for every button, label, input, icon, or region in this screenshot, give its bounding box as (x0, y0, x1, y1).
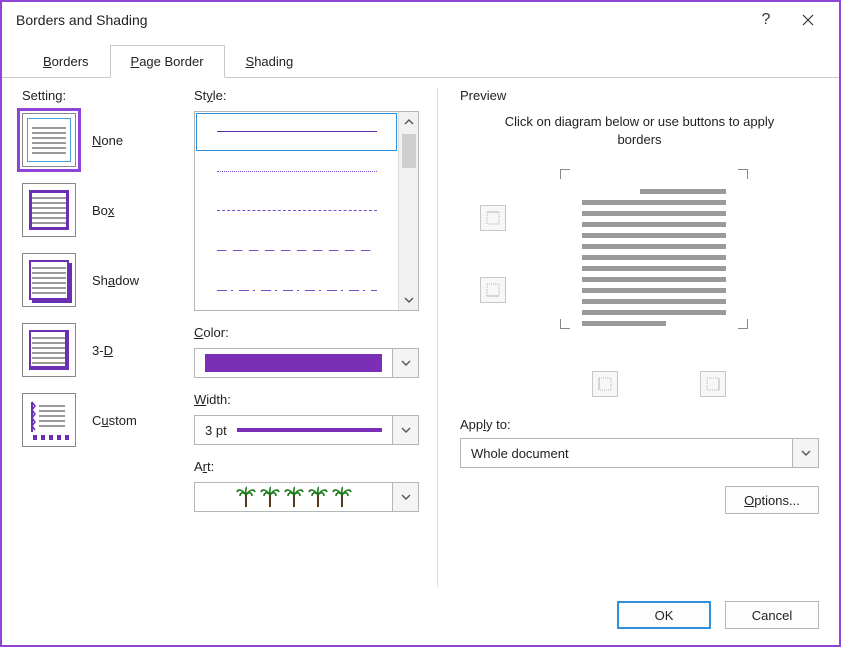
ok-button[interactable]: OK (617, 601, 711, 629)
help-icon: ? (762, 11, 771, 29)
tab-label: Page Border (131, 54, 204, 69)
border-right-button[interactable] (700, 371, 726, 397)
window-title: Borders and Shading (16, 12, 745, 28)
palm-tree-icon (236, 485, 256, 509)
preview-label: Preview (460, 88, 819, 103)
tab-strip: Borders Page Border Shading (2, 38, 839, 78)
setting-box-icon (22, 183, 76, 237)
style-label: Style: (194, 88, 419, 103)
apply-to-label: Apply to: (460, 417, 819, 432)
close-icon (802, 14, 814, 26)
style-scrollbar[interactable] (398, 112, 418, 310)
setting-list: None Box Shadow (22, 113, 182, 447)
dropdown-button[interactable] (392, 416, 418, 444)
style-list (195, 112, 398, 310)
style-option-longdash[interactable] (195, 231, 398, 271)
corner-marker (738, 319, 748, 329)
border-left-icon (597, 376, 613, 392)
dialog-footer: OK Cancel (2, 587, 839, 645)
titlebar: Borders and Shading ? (2, 2, 839, 38)
width-dropdown[interactable]: 3 pt (194, 415, 419, 445)
preview-page[interactable] (582, 189, 726, 326)
width-label: Width: (194, 392, 419, 407)
close-button[interactable] (787, 4, 829, 36)
dropdown-button[interactable] (792, 439, 818, 467)
chevron-down-icon (401, 358, 411, 368)
dropdown-button[interactable] (392, 483, 418, 511)
chevron-down-icon (401, 492, 411, 502)
border-bottom-button[interactable] (480, 277, 506, 303)
tab-label: Shading (246, 54, 294, 69)
setting-label-text: Custom (92, 413, 137, 428)
chevron-up-icon (404, 117, 414, 127)
chevron-down-icon (801, 448, 811, 458)
palm-tree-icon (260, 485, 280, 509)
setting-column: Setting: None Box (22, 88, 182, 587)
setting-label-text: Shadow (92, 273, 139, 288)
color-label: Color: (194, 325, 419, 340)
cancel-button[interactable]: Cancel (725, 601, 819, 629)
style-option-dotted[interactable] (195, 152, 398, 192)
palm-tree-icon (308, 485, 328, 509)
corner-marker (738, 169, 748, 179)
tab-page-border[interactable]: Page Border (110, 45, 225, 78)
options-button[interactable]: Options... (725, 486, 819, 514)
setting-custom-icon (22, 393, 76, 447)
setting-shadow[interactable]: Shadow (22, 253, 182, 307)
width-value: 3 pt (205, 423, 227, 438)
setting-none-icon (22, 113, 76, 167)
style-listbox[interactable] (194, 111, 419, 311)
preview-area (460, 165, 819, 415)
help-button[interactable]: ? (745, 4, 787, 36)
art-label: Art: (194, 459, 419, 474)
corner-marker (560, 319, 570, 329)
setting-none[interactable]: None (22, 113, 182, 167)
setting-custom[interactable]: Custom (22, 393, 182, 447)
corner-marker (560, 169, 570, 179)
dialog-content: Setting: None Box (2, 78, 839, 587)
border-right-icon (705, 376, 721, 392)
style-option-dashed[interactable] (195, 191, 398, 231)
border-left-button[interactable] (592, 371, 618, 397)
style-column: Style: Color: (194, 88, 419, 587)
color-dropdown[interactable] (194, 348, 419, 378)
preview-hint: Click on diagram below or use buttons to… (490, 113, 789, 149)
width-preview-line (237, 428, 382, 432)
palm-tree-icon (284, 485, 304, 509)
apply-to-value: Whole document (461, 446, 792, 461)
setting-3d-icon (22, 323, 76, 377)
scroll-thumb[interactable] (402, 134, 416, 168)
apply-to-dropdown[interactable]: Whole document (460, 438, 819, 468)
setting-label: Setting: (22, 88, 182, 103)
palm-tree-icon (332, 485, 352, 509)
tab-label: Borders (43, 54, 89, 69)
border-top-icon (485, 210, 501, 226)
scroll-up-button[interactable] (399, 112, 418, 132)
color-swatch (205, 354, 382, 372)
chevron-down-icon (404, 295, 414, 305)
dropdown-button[interactable] (392, 349, 418, 377)
border-bottom-icon (485, 282, 501, 298)
setting-box[interactable]: Box (22, 183, 182, 237)
chevron-down-icon (401, 425, 411, 435)
border-top-button[interactable] (480, 205, 506, 231)
style-option-dashdot[interactable] (195, 270, 398, 310)
tab-borders[interactable]: Borders (22, 45, 110, 78)
setting-shadow-icon (22, 253, 76, 307)
scroll-down-button[interactable] (399, 290, 418, 310)
tab-shading[interactable]: Shading (225, 45, 315, 78)
setting-3d[interactable]: 3-D (22, 323, 182, 377)
art-preview (195, 485, 392, 509)
art-dropdown[interactable] (194, 482, 419, 512)
setting-label-text: None (92, 133, 123, 148)
style-option-solid[interactable] (195, 112, 398, 152)
setting-label-text: 3-D (92, 343, 113, 358)
setting-label-text: Box (92, 203, 114, 218)
borders-shading-dialog: Borders and Shading ? Borders Page Borde… (0, 0, 841, 647)
preview-column: Preview Click on diagram below or use bu… (437, 88, 819, 587)
